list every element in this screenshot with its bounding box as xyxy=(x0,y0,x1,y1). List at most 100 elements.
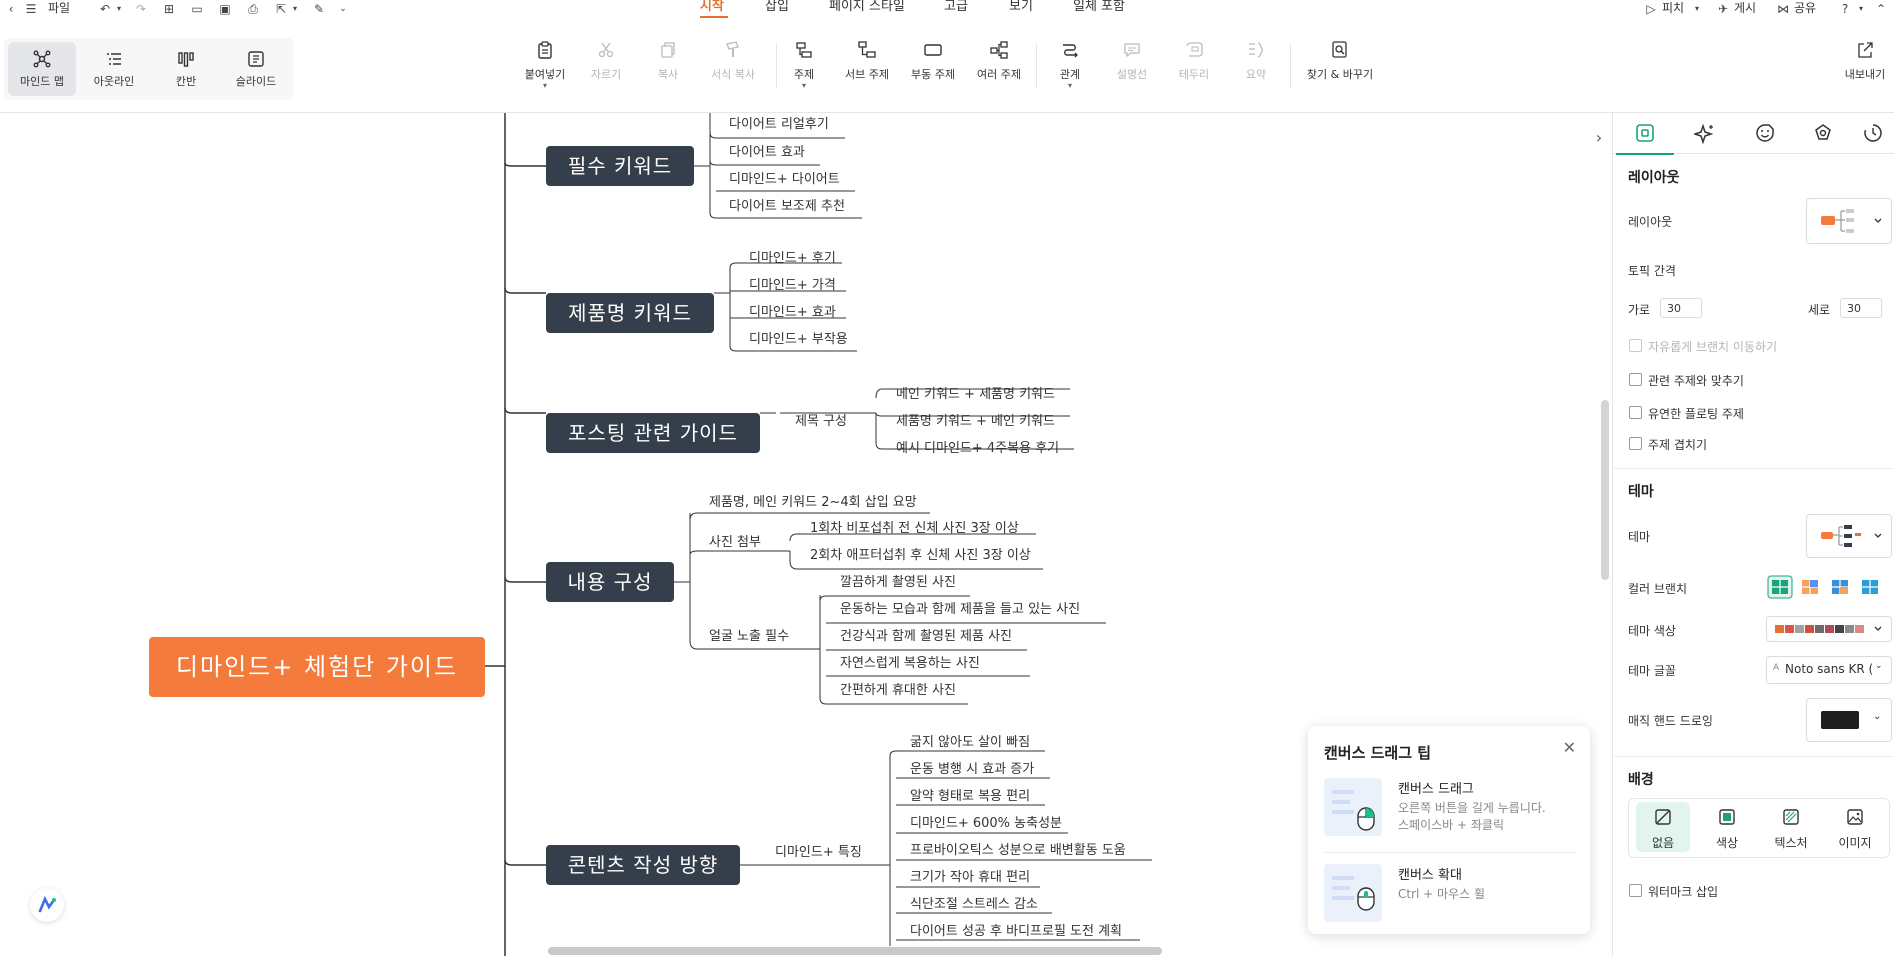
watermark-checkbox[interactable] xyxy=(1629,884,1642,897)
leaf-topic[interactable]: 알약 형태로 복용 편리 xyxy=(910,789,1030,805)
undo-icon[interactable]: ↶ xyxy=(98,2,112,16)
summary-button[interactable]: 요약 xyxy=(1234,40,1278,100)
relationship-button[interactable]: 관계 ▾ xyxy=(1048,40,1092,100)
leaf-topic[interactable]: 다이어트 성공 후 바디프로필 도전 계획 xyxy=(910,924,1122,940)
background-none-option[interactable]: 없음 xyxy=(1636,802,1690,852)
help-dropdown-icon[interactable]: ▾ xyxy=(1854,2,1868,16)
paste-button[interactable]: 붙여넣기 ▾ xyxy=(520,40,570,100)
theme-picker[interactable] xyxy=(1806,514,1892,558)
tab-history[interactable] xyxy=(1852,113,1894,153)
view-mindmap-button[interactable]: 마인드 맵 xyxy=(8,42,76,96)
leaf-topic[interactable]: 간편하게 휴대한 사진 xyxy=(840,683,956,699)
floating-topic-button[interactable]: 부동 주제 xyxy=(906,40,960,100)
background-image-option[interactable]: 이미지 xyxy=(1828,802,1882,852)
copy-button[interactable]: 복사 xyxy=(646,40,690,100)
background-color-option[interactable]: 색상 xyxy=(1700,802,1754,852)
file-menu[interactable]: 파일 xyxy=(48,0,70,18)
vertical-scrollbar[interactable] xyxy=(1601,400,1609,580)
relationship-dropdown-icon[interactable]: ▾ xyxy=(1048,82,1092,90)
subtopic-features[interactable]: 디마인드+ 특징 xyxy=(775,845,862,861)
leaf-topic[interactable]: 디마인드+ 부작용 xyxy=(749,332,848,348)
view-outline-button[interactable]: 아웃라인 xyxy=(80,42,148,96)
leaf-topic[interactable]: 운동 병행 시 효과 증가 xyxy=(910,762,1034,778)
save-icon[interactable]: ▣ xyxy=(218,2,232,16)
branch-topic-content-structure[interactable]: 내용 구성 xyxy=(546,562,674,602)
leaf-topic[interactable]: 2회차 애프터섭취 후 신체 사진 3장 이상 xyxy=(810,548,1031,564)
cut-button[interactable]: 자르기 xyxy=(584,40,628,100)
boundary-button[interactable]: 테두리 xyxy=(1172,40,1216,100)
background-texture-option[interactable]: 텍스처 xyxy=(1764,802,1818,852)
leaf-topic[interactable]: 다이어트 리얼후기 xyxy=(729,117,829,133)
subtopic-face-exposure[interactable]: 얼굴 노출 필수 xyxy=(709,629,789,645)
leaf-topic[interactable]: 운동하는 모습과 함께 제품을 들고 있는 사진 xyxy=(840,602,1080,618)
vertical-spacing-input[interactable]: 30 xyxy=(1840,298,1882,318)
horizontal-spacing-input[interactable]: 30 xyxy=(1660,298,1702,318)
leaf-topic[interactable]: 프로바이오틱스 성분으로 배변활동 도움 xyxy=(910,843,1126,859)
leaf-topic[interactable]: 제품명, 메인 키워드 2~4회 삽입 요망 xyxy=(709,495,917,511)
redo-icon[interactable]: ↷ xyxy=(134,2,148,16)
topic-button[interactable]: 주제 ▾ xyxy=(782,40,826,100)
root-topic[interactable]: 디마인드+ 체험단 가이드 xyxy=(149,637,485,697)
theme-color-picker[interactable] xyxy=(1766,616,1892,642)
paste-dropdown-icon[interactable]: ▾ xyxy=(520,82,570,90)
topic-dropdown-icon[interactable]: ▾ xyxy=(782,82,826,90)
leaf-topic[interactable]: 디마인드+ 효과 xyxy=(749,305,836,321)
leaf-topic[interactable]: 깔끔하게 촬영된 사진 xyxy=(840,575,956,591)
help-icon[interactable]: ? xyxy=(1838,2,1852,16)
tab-sticker[interactable] xyxy=(1736,113,1794,153)
format-painter-button[interactable]: 서식 복사 xyxy=(706,40,760,100)
leaf-topic[interactable]: 다이어트 효과 xyxy=(729,145,805,161)
new-file-icon[interactable]: ⊞ xyxy=(162,2,176,16)
tab-insert[interactable]: 삽입 xyxy=(765,0,789,14)
branch-topic-posting-guide[interactable]: 포스팅 관련 가이드 xyxy=(546,413,760,453)
flexible-floating-checkbox[interactable] xyxy=(1629,406,1642,419)
leaf-topic[interactable]: 디마인드+ 다이어트 xyxy=(729,172,840,188)
undo-dropdown-icon[interactable]: ▾ xyxy=(112,2,126,16)
leaf-topic[interactable]: 자연스럽게 복용하는 사진 xyxy=(840,656,980,672)
leaf-topic[interactable]: 굶지 않아도 살이 빠짐 xyxy=(910,735,1030,751)
share-button[interactable]: 공유 xyxy=(1794,0,1816,18)
view-kanban-button[interactable]: 칸반 xyxy=(152,42,220,96)
tab-advanced[interactable]: 고급 xyxy=(944,0,968,14)
collapse-ribbon-icon[interactable]: ⌃ xyxy=(1874,2,1888,16)
leaf-topic[interactable]: 디마인드+ 600% 농축성분 xyxy=(910,816,1062,832)
publish-button[interactable]: 게시 xyxy=(1734,0,1756,18)
print-icon[interactable]: ⎙ xyxy=(246,2,260,16)
horizontal-scrollbar[interactable] xyxy=(548,947,1162,955)
pitch-button[interactable]: 피치 xyxy=(1662,0,1684,18)
align-related-checkbox[interactable] xyxy=(1629,373,1642,386)
back-chevron-icon[interactable]: ‹ xyxy=(4,2,18,16)
tab-style[interactable] xyxy=(1616,113,1674,155)
export-button[interactable]: 내보내기 xyxy=(1840,40,1890,100)
tab-page-style[interactable]: 페이지 스타일 xyxy=(829,0,905,14)
leaf-topic[interactable]: 크기가 작아 휴대 편리 xyxy=(910,870,1030,886)
app-logo[interactable] xyxy=(30,888,64,922)
view-slide-button[interactable]: 슬라이드 xyxy=(222,42,290,96)
find-replace-button[interactable]: 찾기 & 바꾸기 xyxy=(1300,40,1380,100)
tab-start[interactable]: 시작 xyxy=(700,0,724,14)
multiple-topics-button[interactable]: 여러 주제 xyxy=(972,40,1026,100)
subtopic-photo-attach[interactable]: 사진 첨부 xyxy=(709,535,761,551)
leaf-topic[interactable]: 식단조절 스트레스 감소 xyxy=(910,897,1038,913)
tab-all-inclusive[interactable]: 일체 포함 xyxy=(1073,0,1125,14)
branch-topic-required-keywords[interactable]: 필수 키워드 xyxy=(546,146,694,186)
callout-button[interactable]: 설명선 xyxy=(1110,40,1154,100)
leaf-topic[interactable]: 1회차 비포섭취 전 신체 사진 3장 이상 xyxy=(810,521,1019,537)
leaf-topic[interactable]: 예시 디마인드+ 4주복용 후기 xyxy=(896,441,1059,457)
edit-icon[interactable]: ✎ xyxy=(312,2,326,16)
tab-badge[interactable] xyxy=(1794,113,1852,153)
pitch-dropdown-icon[interactable]: ▾ xyxy=(1690,2,1704,16)
leaf-topic[interactable]: 제품명 키워드 + 메인 키워드 xyxy=(896,414,1055,430)
more-icon[interactable]: ⌄ xyxy=(336,2,350,16)
subtopic-title-composition[interactable]: 제목 구성 xyxy=(795,414,847,430)
topic-overlap-checkbox[interactable] xyxy=(1629,437,1642,450)
leaf-topic[interactable]: 디마인드+ 후기 xyxy=(749,251,836,267)
free-branch-move-checkbox[interactable] xyxy=(1629,339,1642,352)
subtopic-button[interactable]: 서브 주제 xyxy=(840,40,894,100)
open-folder-icon[interactable]: ▭ xyxy=(190,2,204,16)
menu-icon[interactable]: ☰ xyxy=(24,2,38,16)
tab-ai[interactable] xyxy=(1676,113,1734,153)
tab-view[interactable]: 보기 xyxy=(1009,0,1033,14)
magic-pen-color-picker[interactable]: ⌄ xyxy=(1806,698,1892,742)
branch-topic-product-keywords[interactable]: 제품명 키워드 xyxy=(546,293,714,333)
